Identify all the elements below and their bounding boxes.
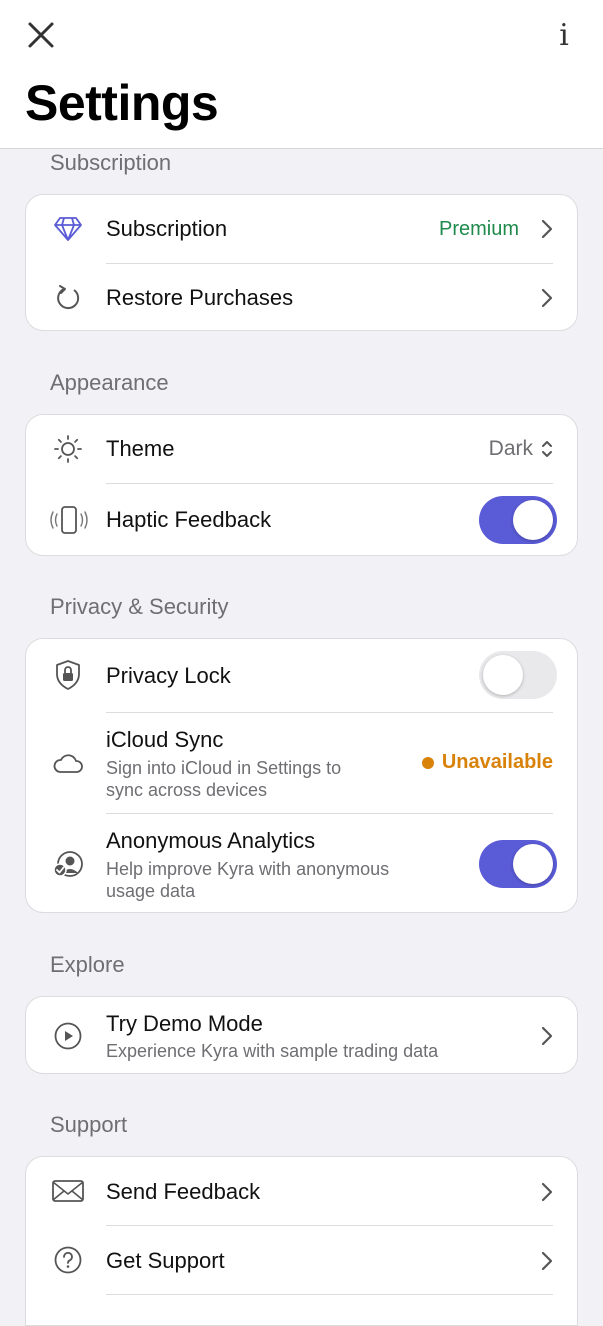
- row-subscription-title: Subscription: [106, 216, 228, 241]
- chevron-right-icon: [537, 215, 557, 243]
- row-analytics-title: Anonymous Analytics: [106, 828, 316, 853]
- row-try-demo-mode[interactable]: Try Demo Mode Experience Kyra with sampl…: [26, 997, 579, 1075]
- anonymous-analytics-toggle[interactable]: [479, 840, 557, 888]
- sun-icon: [48, 429, 88, 469]
- close-icon: [28, 22, 54, 48]
- shield-lock-icon: [48, 655, 88, 695]
- row-haptic-feedback: Haptic Feedback: [26, 484, 579, 557]
- row-theme-title: Theme: [106, 436, 175, 461]
- privacy-lock-toggle[interactable]: [479, 651, 557, 699]
- row-privacy-lock-title: Privacy Lock: [106, 663, 231, 688]
- row-feedback-title: Send Feedback: [106, 1179, 261, 1204]
- appearance-card: Theme Dark Haptic Feedback: [25, 414, 578, 556]
- row-analytics-subtitle-line1: Help improve Kyra with anonymous: [106, 859, 390, 879]
- envelope-icon: [46, 1171, 90, 1211]
- info-icon: i: [559, 17, 569, 53]
- row-support-title: Get Support: [106, 1248, 225, 1273]
- status-dot: [421, 756, 434, 769]
- explore-card: Try Demo Mode Experience Kyra with sampl…: [25, 996, 578, 1074]
- row-restore-purchases[interactable]: Restore Purchases: [26, 264, 579, 332]
- toggle-knob: [513, 500, 553, 540]
- cloud-icon: [48, 743, 88, 783]
- row-privacy-lock: Privacy Lock: [26, 639, 579, 712]
- chevron-right-icon: [537, 1247, 557, 1275]
- row-anonymous-analytics: Anonymous Analytics Help improve Kyra wi…: [26, 814, 579, 914]
- chevron-right-icon: [537, 1022, 557, 1050]
- section-label-support: Support: [50, 1112, 128, 1137]
- play-circle-icon: [48, 1016, 88, 1056]
- refresh-icon: [48, 278, 88, 318]
- row-icloud-subtitle-line2: sync across devices: [106, 780, 268, 800]
- page-title: Settings: [25, 75, 219, 131]
- row-subscription[interactable]: Subscription Premium: [26, 195, 579, 263]
- privacy-card: Privacy Lock iCloud Sync Sign into iClou…: [25, 638, 578, 913]
- row-demo-subtitle: Experience Kyra with sample trading data: [106, 1041, 439, 1061]
- row-haptic-title: Haptic Feedback: [106, 507, 272, 532]
- chevron-up-down-icon: [537, 435, 557, 463]
- row-restore-title: Restore Purchases: [106, 285, 294, 310]
- section-label-explore: Explore: [50, 952, 125, 977]
- section-label-appearance: Appearance: [50, 370, 169, 395]
- toggle-knob: [483, 655, 523, 695]
- status-badge: Unavailable: [441, 751, 553, 773]
- premium-badge: Premium: [438, 218, 519, 240]
- person-check-icon: [48, 844, 88, 884]
- row-icloud-title: iCloud Sync: [106, 727, 224, 752]
- row-theme[interactable]: Theme Dark: [26, 415, 579, 483]
- row-send-feedback[interactable]: Send Feedback: [26, 1157, 579, 1225]
- chevron-right-icon: [537, 284, 557, 312]
- chevron-right-icon: [537, 1178, 557, 1206]
- support-card: Send Feedback Get Support: [25, 1156, 578, 1326]
- icloud-status: Unavailable: [421, 751, 553, 774]
- section-label-privacy: Privacy & Security: [50, 594, 229, 619]
- subscription-card: Subscription Premium Restore Purchases: [25, 194, 578, 331]
- close-button[interactable]: [22, 16, 60, 54]
- question-circle-icon: [48, 1240, 88, 1280]
- header-bar: i Settings: [0, 0, 603, 149]
- divider: [106, 1294, 553, 1295]
- phone-vibrate-icon: [46, 500, 92, 540]
- row-analytics-subtitle-line2: usage data: [106, 881, 196, 901]
- row-get-support[interactable]: Get Support: [26, 1226, 579, 1294]
- section-label-subscription: Subscription: [50, 150, 172, 175]
- info-button[interactable]: i: [547, 16, 581, 54]
- theme-value: Dark: [488, 437, 533, 460]
- row-demo-title: Try Demo Mode: [106, 1011, 263, 1036]
- row-icloud-sync[interactable]: iCloud Sync Sign into iCloud in Settings…: [26, 713, 579, 813]
- haptic-feedback-toggle[interactable]: [479, 496, 557, 544]
- toggle-knob: [513, 844, 553, 884]
- diamond-icon: [48, 209, 88, 249]
- row-icloud-subtitle-line1: Sign into iCloud in Settings to: [106, 758, 342, 778]
